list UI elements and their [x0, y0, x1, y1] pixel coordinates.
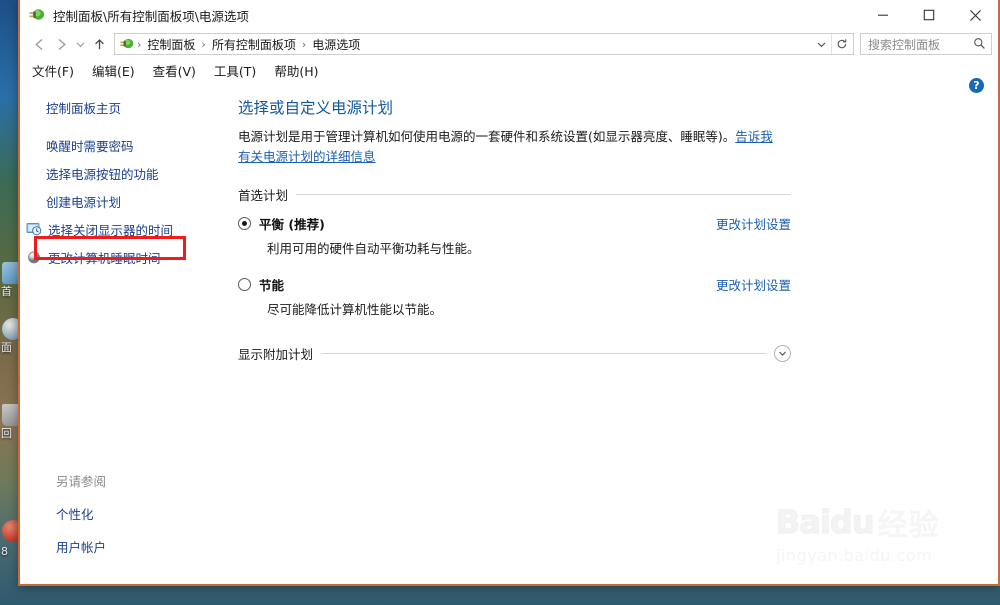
menu-help[interactable]: 帮助(H) — [274, 61, 318, 80]
window-title: 控制面板\所有控制面板项\电源选项 — [53, 8, 249, 24]
power-plan-power-saver-name: 节能 — [259, 278, 285, 293]
change-plan-settings-power-saver-link[interactable]: 更改计划设置 — [716, 275, 791, 294]
minimize-icon[interactable] — [860, 0, 906, 30]
additional-plans-header[interactable]: 显示附加计划 — [238, 344, 791, 363]
breadcrumb-item-all-items[interactable]: 所有控制面板项 — [208, 36, 300, 53]
sidebar-item-personalization[interactable]: 个性化 — [20, 502, 212, 524]
up-arrow-icon[interactable] — [88, 33, 110, 55]
power-plan-balanced-header[interactable]: 平衡 (推荐) — [238, 214, 791, 233]
preferred-plans-label: 首选计划 — [238, 188, 289, 203]
back-arrow-icon[interactable] — [28, 33, 50, 55]
additional-plans-section[interactable]: 显示附加计划 — [238, 344, 972, 363]
close-icon[interactable] — [952, 0, 998, 30]
content-area: 控制面板主页 唤醒时需要密码 选择电源按钮的功能 创建电源计划 选择关闭显示器的… — [20, 78, 998, 586]
breadcrumb-item-control-panel[interactable]: 控制面板 — [143, 36, 199, 53]
change-plan-settings-balanced-link[interactable]: 更改计划设置 — [716, 214, 791, 233]
search-input[interactable]: 搜索控制面板 — [860, 33, 992, 55]
address-path-box[interactable]: › 控制面板 › 所有控制面板项 › 电源选项 — [114, 33, 854, 55]
sidebar-item-label: 选择关闭显示器的时间 — [48, 222, 174, 238]
sidebar-item-change-sleep-time[interactable]: 更改计算机睡眠时间 — [20, 246, 212, 268]
see-also-section: 另请参阅 个性化 用户帐户 — [20, 471, 212, 568]
title-bar: 控制面板\所有控制面板项\电源选项 — [20, 0, 998, 30]
power-plan-power-saver-header[interactable]: 节能 — [238, 275, 791, 294]
power-plug-icon — [119, 36, 135, 52]
caption-buttons — [860, 0, 998, 30]
section-divider — [321, 353, 766, 354]
sidebar-item-choose-power-button-action[interactable]: 选择电源按钮的功能 — [20, 162, 212, 184]
breadcrumb-separator: › — [137, 37, 142, 51]
main-panel: ? 选择或自定义电源计划 电源计划是用于管理计算机如何使用电源的一套硬件和系统设… — [212, 78, 998, 586]
page-description-text: 电源计划是用于管理计算机如何使用电源的一套硬件和系统设置(如显示器亮度、睡眠等)… — [238, 129, 736, 144]
sidebar-item-control-panel-home[interactable]: 控制面板主页 — [20, 96, 212, 118]
breadcrumb-item-power-options[interactable]: 电源选项 — [308, 36, 364, 53]
radio-power-saver[interactable] — [238, 278, 251, 291]
sidebar: 控制面板主页 唤醒时需要密码 选择电源按钮的功能 创建电源计划 选择关闭显示器的… — [20, 82, 212, 586]
menu-edit[interactable]: 编辑(E) — [92, 61, 135, 80]
power-plan-power-saver-description: 尽可能降低计算机性能以节能。 — [267, 302, 443, 317]
power-plan-balanced-name: 平衡 (推荐) — [259, 217, 325, 232]
radio-balanced[interactable] — [238, 217, 251, 230]
power-plug-icon — [28, 6, 46, 24]
preferred-plans-section-header: 首选计划 — [238, 185, 791, 204]
power-plan-balanced[interactable]: 平衡 (推荐) 利用可用的硬件自动平衡功耗与性能。 更改计划设置 — [238, 214, 791, 257]
recent-locations-chevron-down-icon[interactable] — [72, 33, 88, 55]
chevron-down-icon[interactable] — [774, 345, 791, 362]
control-panel-window: 控制面板\所有控制面板项\电源选项 › 控制面板 › 所有控制面板项 › 电源选… — [18, 0, 1000, 586]
forward-arrow-icon[interactable] — [50, 33, 72, 55]
monitor-clock-icon — [26, 221, 42, 237]
sidebar-item-create-power-plan[interactable]: 创建电源计划 — [20, 190, 212, 212]
additional-plans-label: 显示附加计划 — [238, 347, 314, 362]
sidebar-item-require-password-on-wakeup[interactable]: 唤醒时需要密码 — [20, 134, 212, 156]
page-description: 电源计划是用于管理计算机如何使用电源的一套硬件和系统设置(如显示器亮度、睡眠等)… — [238, 127, 783, 167]
page-title: 选择或自定义电源计划 — [238, 99, 394, 117]
help-icon[interactable]: ? — [969, 78, 984, 93]
address-bar: › 控制面板 › 所有控制面板项 › 电源选项 搜索控制面板 — [20, 30, 998, 58]
sidebar-item-label: 更改计算机睡眠时间 — [48, 250, 161, 266]
power-plan-power-saver[interactable]: 节能 尽可能降低计算机性能以节能。 更改计划设置 — [238, 275, 791, 318]
menu-tools[interactable]: 工具(T) — [214, 61, 256, 80]
maximize-icon[interactable] — [906, 0, 952, 30]
section-divider — [296, 194, 791, 195]
sleep-moon-icon — [26, 249, 42, 265]
address-dropdown-chevron-down-icon[interactable] — [811, 34, 831, 54]
sidebar-item-choose-display-off-time[interactable]: 选择关闭显示器的时间 — [20, 218, 212, 240]
menu-file[interactable]: 文件(F) — [32, 61, 74, 80]
see-also-title: 另请参阅 — [56, 474, 107, 489]
sidebar-item-user-accounts[interactable]: 用户帐户 — [20, 535, 212, 557]
breadcrumb-separator: › — [201, 37, 206, 51]
power-plan-balanced-description: 利用可用的硬件自动平衡功耗与性能。 — [267, 241, 480, 256]
menu-view[interactable]: 查看(V) — [153, 61, 196, 80]
menu-bar: 文件(F) 编辑(E) 查看(V) 工具(T) 帮助(H) — [20, 58, 998, 82]
search-placeholder: 搜索控制面板 — [868, 37, 941, 52]
refresh-icon[interactable] — [831, 34, 851, 54]
search-icon[interactable] — [973, 35, 986, 54]
breadcrumb-separator: › — [301, 37, 307, 51]
